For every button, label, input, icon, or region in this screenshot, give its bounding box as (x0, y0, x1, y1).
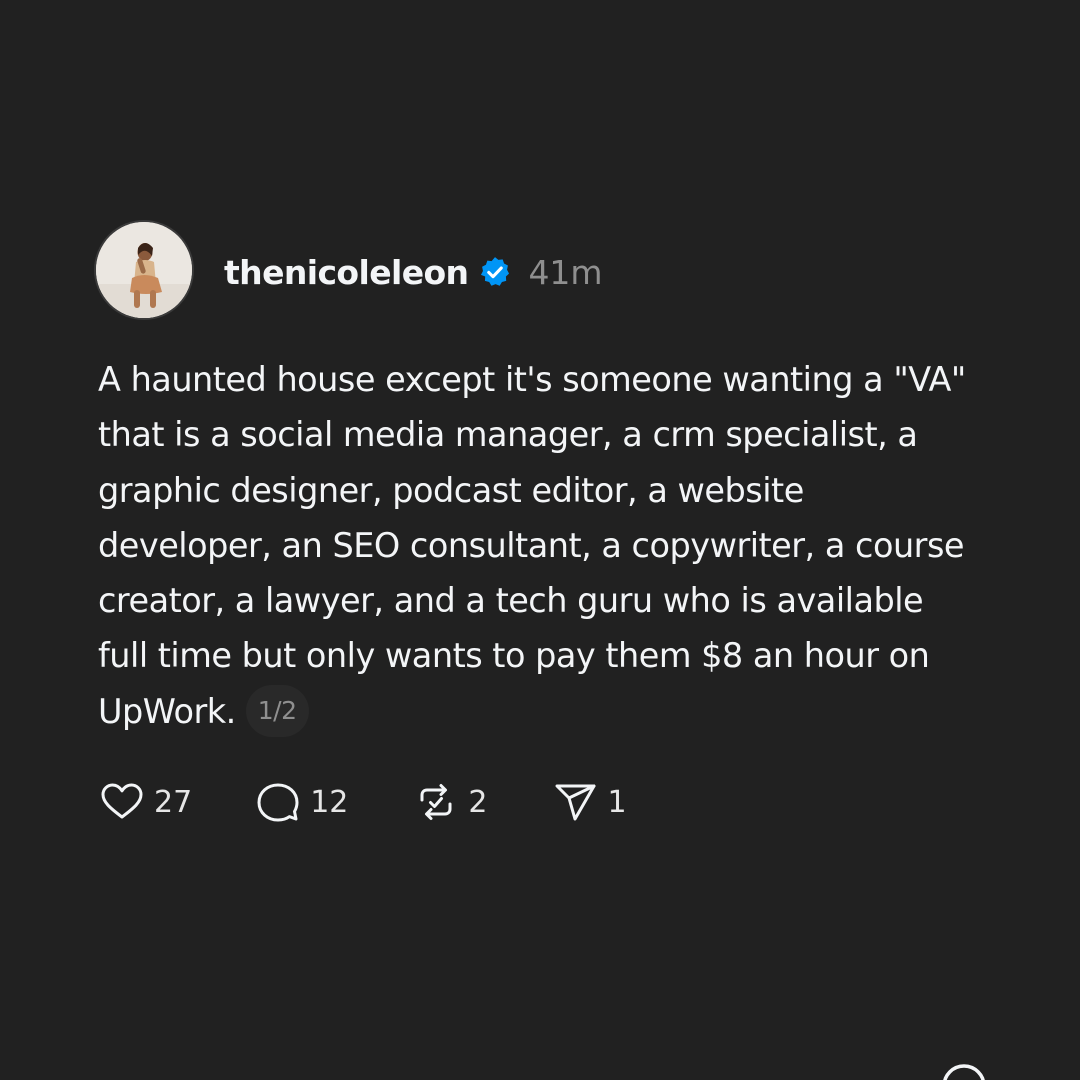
comment-button[interactable]: 12 (254, 778, 348, 826)
verified-badge-icon (478, 255, 512, 289)
post-header: thenicoleleon 41m (224, 246, 603, 298)
post-timestamp: 41m (528, 252, 603, 292)
heart-icon (101, 783, 143, 819)
avatar[interactable] (96, 222, 192, 318)
send-icon (555, 784, 596, 821)
action-bar: 27 12 2 1 (98, 776, 627, 828)
repost-count: 2 (468, 784, 488, 820)
post-body: A haunted house except it's someone want… (98, 352, 978, 739)
username[interactable]: thenicoleleon (224, 253, 469, 292)
repost-button[interactable]: 2 (412, 778, 487, 826)
partial-circle-icon (943, 1064, 985, 1080)
page-indicator[interactable]: 1/2 (245, 685, 309, 738)
repost-icon (420, 784, 452, 820)
profile-photo (96, 222, 192, 318)
share-button[interactable]: 1 (551, 778, 627, 826)
like-button[interactable]: 27 (98, 778, 192, 826)
like-count: 27 (154, 784, 193, 820)
comment-count: 12 (310, 784, 349, 820)
share-count: 1 (607, 784, 627, 820)
post-text: A haunted house except it's someone want… (98, 360, 966, 731)
thread-post: thenicoleleon 41m A haunted house except… (0, 0, 1080, 1080)
comment-bubble-icon (257, 783, 299, 822)
